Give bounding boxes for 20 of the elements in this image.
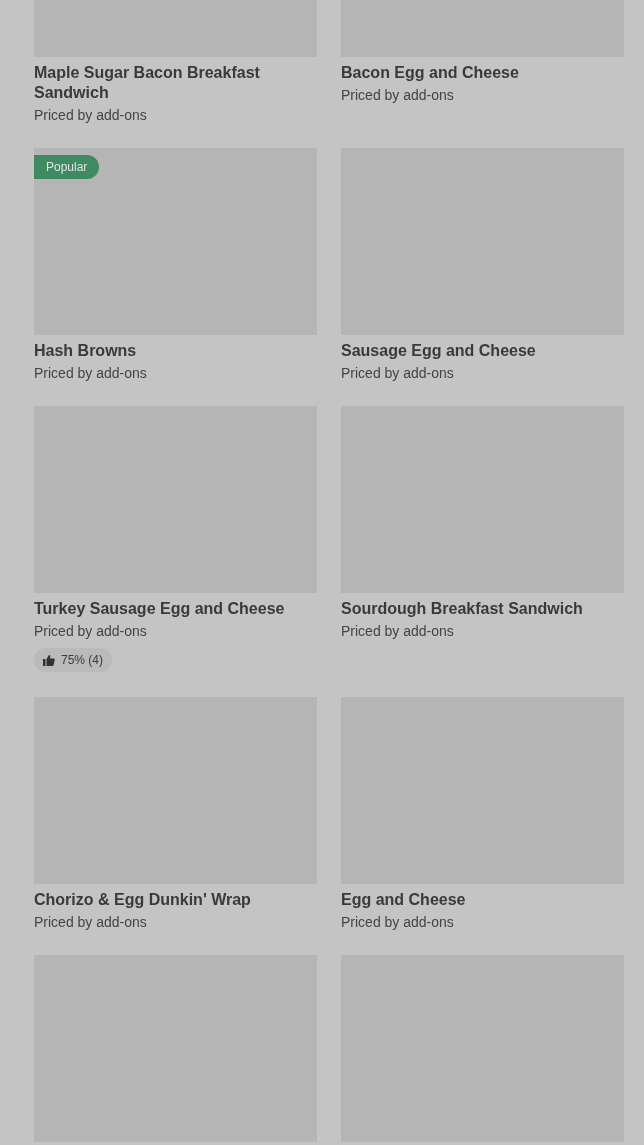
- item-name[interactable]: Hash Browns: [34, 341, 317, 361]
- price-note: Priced by add-ons: [341, 364, 455, 382]
- item-name[interactable]: Chorizo & Egg Dunkin' Wrap: [34, 890, 317, 910]
- price-note: Priced by add-ons: [34, 913, 148, 931]
- item-name[interactable]: Bacon Egg and Cheese: [341, 63, 624, 83]
- price-note: Priced by add-ons: [341, 622, 455, 640]
- price-note: Priced by add-ons: [34, 364, 148, 382]
- price-note: Priced by add-ons: [341, 86, 455, 104]
- image-placeholder[interactable]: Popular: [34, 148, 317, 335]
- item-name[interactable]: Turkey Sausage Egg and Cheese: [34, 599, 317, 619]
- rating-text: 75% (4): [61, 652, 104, 669]
- item-name[interactable]: Sausage Egg and Cheese: [341, 341, 624, 361]
- thumbs-up-icon: [43, 654, 55, 666]
- item-name[interactable]: Egg and Cheese: [341, 890, 624, 910]
- price-note: Priced by add-ons: [34, 106, 148, 124]
- item-name[interactable]: Sourdough Breakfast Sandwich: [341, 599, 624, 619]
- popular-tag: Popular: [34, 155, 100, 179]
- price-note: Priced by add-ons: [34, 622, 148, 640]
- item-name[interactable]: Maple Sugar Bacon Breakfast Sandwich: [34, 63, 317, 103]
- price-note: Priced by add-ons: [341, 913, 455, 931]
